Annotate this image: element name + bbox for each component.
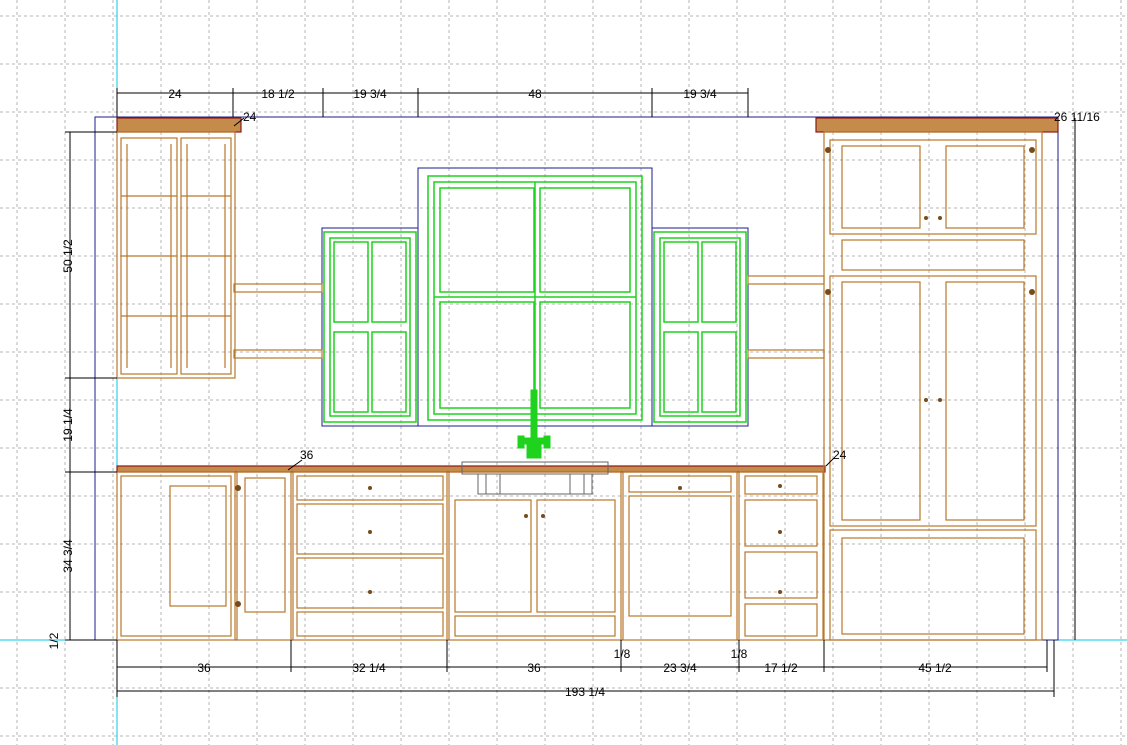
left-small-window bbox=[323, 231, 417, 423]
cabinet-elevation-drawing: 24 18 1/2 19 3/4 48 19 3/4 26 11/16 24 3… bbox=[0, 0, 1127, 745]
dim-bottom-4: 1/8 bbox=[614, 647, 631, 661]
main-window bbox=[427, 175, 643, 421]
dim-bottom-7: 17 1/2 bbox=[764, 661, 798, 675]
dim-bottom-1: 36 bbox=[197, 661, 211, 675]
dim-left-1: 50 1/2 bbox=[61, 239, 75, 273]
dim-left-4: 1/2 bbox=[47, 632, 61, 649]
drawing-grid bbox=[0, 0, 1127, 745]
dim-bottom-8: 45 1/2 bbox=[918, 661, 952, 675]
left-window-opening bbox=[321, 227, 419, 427]
right-small-window bbox=[653, 231, 747, 423]
right-window-opening bbox=[651, 227, 749, 427]
dim-bottom-5: 23 3/4 bbox=[663, 661, 697, 675]
dim-left-3: 34 3/4 bbox=[61, 539, 75, 573]
dim-top-2: 18 1/2 bbox=[261, 87, 295, 101]
base-cabinets[interactable] bbox=[116, 465, 826, 641]
dim-top-5: 19 3/4 bbox=[683, 87, 717, 101]
dim-base-left-depth: 36 bbox=[300, 448, 314, 462]
tall-pantry-cabinet[interactable] bbox=[815, 117, 1059, 641]
dim-overall: 193 1/4 bbox=[565, 685, 605, 699]
dim-left-2: 19 1/4 bbox=[61, 408, 75, 442]
dim-top-4: 48 bbox=[528, 87, 542, 101]
dim-top-right: 26 11/16 bbox=[1054, 110, 1100, 124]
dim-bottom-2: 32 1/4 bbox=[352, 661, 386, 675]
upper-left-cabinet[interactable] bbox=[116, 117, 242, 379]
dim-bottom-6: 1/8 bbox=[731, 647, 748, 661]
wall-outline bbox=[94, 116, 1059, 641]
dimension-labels: 24 18 1/2 19 3/4 48 19 3/4 26 11/16 24 3… bbox=[47, 87, 1100, 699]
dim-top-1: 24 bbox=[168, 87, 182, 101]
dim-upper-left-depth: 24 bbox=[243, 110, 257, 124]
dim-bottom-3: 36 bbox=[527, 661, 541, 675]
dim-base-right-depth: 24 bbox=[833, 448, 847, 462]
dim-top-3: 19 3/4 bbox=[353, 87, 387, 101]
